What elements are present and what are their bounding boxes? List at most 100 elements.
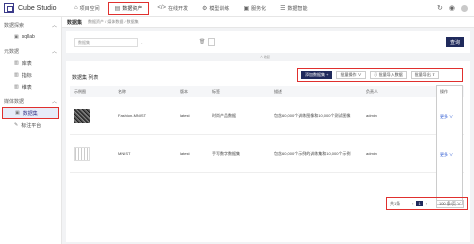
- sql-icon: ▣: [14, 34, 19, 40]
- col-thumbnail: 示例图: [74, 89, 86, 94]
- sidebar-item-label: 库表: [21, 60, 32, 67]
- list-title: 数据集 列表: [72, 75, 99, 81]
- query-button[interactable]: 查询: [446, 37, 464, 47]
- main-content: 数据集 数据资产 / 媒体数据 / 数据集 数据集 - 🗑 查询 ∧ 收起 数据…: [62, 17, 474, 244]
- batch-export-button[interactable]: 批量导出 ⇪: [410, 71, 440, 79]
- batch-import-button[interactable]: ⇩ 批量导入数据: [369, 71, 407, 79]
- table-icon: ▥: [14, 60, 19, 66]
- operations-column: 操作 更多 ∨ 更多 ∨: [436, 85, 463, 205]
- next-page-icon[interactable]: ›: [426, 201, 427, 206]
- tab-dataset[interactable]: 数据集: [67, 19, 82, 26]
- service-icon: ▣: [243, 5, 250, 12]
- refresh-icon[interactable]: ↻: [437, 4, 443, 12]
- sidebar-item-label: 维表: [21, 84, 32, 91]
- section-label: 元数据: [4, 49, 20, 55]
- dataset-name: Fashion-MNIST: [118, 113, 147, 118]
- sidebar: 数据探索 ︿ ▣ sqllab 元数据 ︿ ▥ 库表 ▥ 指标 ▥ 维表 媒体数…: [0, 17, 62, 244]
- dataset-description: 包含60,000个训练图像和10,000个测试图像: [274, 113, 351, 118]
- nav-label: 数据资产: [122, 5, 143, 12]
- nav-item-data-intelligence[interactable]: ☰ 数据智能: [274, 2, 313, 15]
- dataset-thumbnail[interactable]: [74, 147, 90, 161]
- prev-page-icon[interactable]: ‹: [412, 201, 413, 206]
- sidebar-item-dataset[interactable]: ▣ 数据集: [2, 107, 59, 119]
- filter-add-box[interactable]: [208, 38, 215, 46]
- sidebar-item-label: 数据集: [22, 110, 38, 117]
- breadcrumb: 数据资产 / 媒体数据 / 数据集: [88, 19, 139, 24]
- cube-logo-icon: [4, 3, 14, 13]
- nav-label: 模型训练: [209, 5, 230, 12]
- logo[interactable]: Cube Studio: [0, 3, 68, 13]
- sidebar-item-sqllab[interactable]: ▣ sqllab: [0, 31, 61, 43]
- model-icon: ⚙: [202, 5, 208, 12]
- top-right-tools: ↻ ◉: [431, 4, 474, 12]
- chevron-up-icon: ︿: [51, 99, 57, 105]
- batch-ops-dropdown[interactable]: 批量操作 ∨: [336, 71, 366, 79]
- dataset-label: 时尚产品数据: [212, 113, 236, 118]
- filter-panel: 数据集 - 🗑 查询: [66, 31, 470, 53]
- nav-item-project-space[interactable]: ⌂ 项目空间: [68, 2, 106, 15]
- sidebar-item-annotation[interactable]: ✎ 标注平台: [0, 119, 61, 131]
- page-nav: ‹ 1 ›: [409, 201, 427, 206]
- nav-item-serving[interactable]: ▣ 服务化: [237, 2, 272, 15]
- list-toolbar: 添加数据集 + 批量操作 ∨ ⇩ 批量导入数据 批量导出 ⇪: [297, 68, 463, 82]
- table-row[interactable]: Fashion-MNIST latest 时尚产品数据 包含60,000个训练图…: [70, 99, 464, 135]
- chevron-up-icon: ︿: [51, 49, 57, 55]
- tab-bar: 数据集 数据资产 / 媒体数据 / 数据集: [62, 17, 474, 28]
- nav-label: 在线开发: [168, 5, 189, 12]
- dataset-label: 手写数字数据集: [212, 151, 240, 156]
- sidebar-item-label: sqllab: [21, 34, 35, 40]
- dataset-filter-input[interactable]: 数据集: [74, 38, 138, 47]
- col-owner: 负责人: [366, 89, 378, 94]
- table-row[interactable]: MNIST latest 手写数字数据集 包含60,000个示例的训练集和10,…: [70, 137, 464, 173]
- col-name: 名称: [118, 89, 126, 94]
- col-version: 版本: [180, 89, 188, 94]
- home-icon: ⌂: [74, 5, 78, 11]
- data-intel-icon: ☰: [280, 5, 286, 12]
- dataset-version: latest: [180, 113, 190, 118]
- dataset-icon: ▣: [15, 110, 20, 116]
- database-icon: ▤: [114, 5, 121, 12]
- sidebar-item-metrics[interactable]: ▥ 指标: [0, 69, 61, 81]
- section-label: 数据探索: [4, 23, 25, 29]
- nav-label: 项目空间: [79, 5, 100, 12]
- chevron-up-icon: ︿: [51, 23, 57, 29]
- annotate-icon: ✎: [14, 122, 19, 128]
- dataset-name: MNIST: [118, 151, 131, 156]
- github-icon[interactable]: ◉: [449, 4, 455, 12]
- app-name: Cube Studio: [18, 4, 57, 12]
- nav-label: 服务化: [251, 5, 267, 12]
- current-page[interactable]: 1: [416, 201, 423, 206]
- filter-separator: -: [141, 40, 143, 45]
- sidebar-item-tables[interactable]: ▥ 库表: [0, 57, 61, 69]
- row-more-dropdown[interactable]: 更多 ∨: [440, 152, 453, 158]
- row-more-dropdown[interactable]: 更多 ∨: [440, 114, 453, 120]
- nav-item-online-dev[interactable]: </> 在线开发: [151, 2, 194, 15]
- sidebar-item-label: 指标: [21, 72, 32, 79]
- pagination: 共1条 ‹ 1 › 100 条/页 ∨: [386, 197, 468, 210]
- sidebar-section-media[interactable]: 媒体数据 ︿: [0, 96, 61, 107]
- nav-item-data-assets[interactable]: ▤ 数据资产: [107, 1, 150, 15]
- dataset-version: latest: [180, 151, 190, 156]
- trash-icon[interactable]: 🗑: [199, 39, 206, 46]
- dataset-thumbnail[interactable]: [74, 109, 90, 123]
- sidebar-section-metadata[interactable]: 元数据 ︿: [0, 46, 61, 57]
- code-icon: </>: [157, 5, 167, 11]
- dataset-owner: admin: [366, 151, 377, 156]
- avatar[interactable]: [461, 4, 468, 12]
- nav-label: 数据智能: [287, 5, 308, 12]
- col-description: 描述: [274, 89, 282, 94]
- col-operations: 操作: [440, 89, 448, 94]
- page-size-select[interactable]: 100 条/页 ∨: [435, 199, 464, 208]
- sidebar-item-dimensions[interactable]: ▥ 维表: [0, 81, 61, 93]
- sidebar-section-explore[interactable]: 数据探索 ︿: [0, 20, 61, 31]
- table-header: 示例图 名称 版本 标签 描述 负责人: [70, 86, 464, 97]
- collapse-filter-toggle[interactable]: ∧ 收起: [260, 55, 270, 59]
- add-dataset-button[interactable]: 添加数据集 +: [301, 71, 333, 79]
- sidebar-item-label: 标注平台: [21, 122, 42, 129]
- nav-item-model-training[interactable]: ⚙ 模型训练: [196, 2, 235, 15]
- dataset-owner: admin: [366, 113, 377, 118]
- section-label: 媒体数据: [4, 99, 25, 105]
- dimension-icon: ▥: [14, 84, 19, 90]
- dataset-list-card: 数据集 列表 添加数据集 + 批量操作 ∨ ⇩ 批量导入数据 批量导出 ⇪ 示例…: [66, 61, 470, 242]
- total-count: 共1条: [390, 200, 401, 206]
